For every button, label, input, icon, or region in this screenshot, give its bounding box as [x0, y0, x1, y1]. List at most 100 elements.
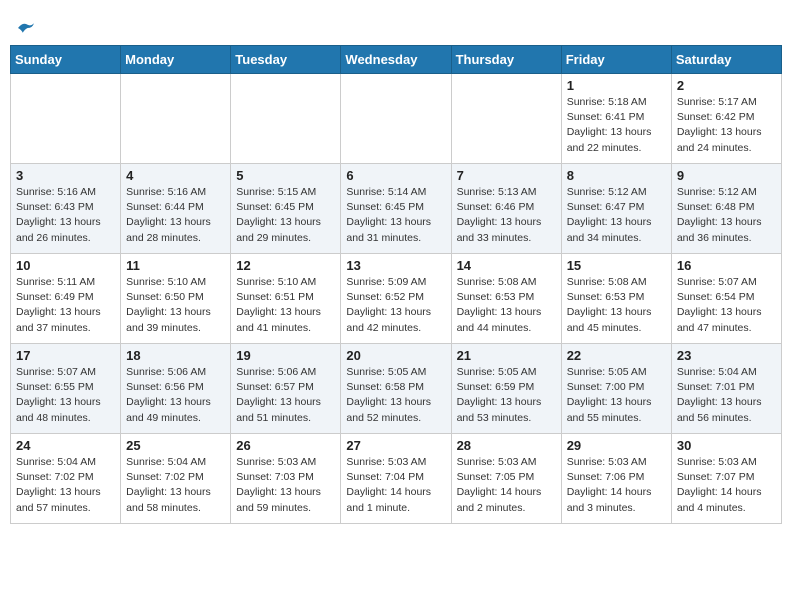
day-number: 2 — [677, 78, 776, 93]
calendar-cell: 24Sunrise: 5:04 AM Sunset: 7:02 PM Dayli… — [11, 434, 121, 524]
col-header-saturday: Saturday — [671, 46, 781, 74]
calendar-cell: 2 Sunrise: 5:17 AM Sunset: 6:42 PM Daylig… — [671, 74, 781, 164]
day-number: 1 — [567, 78, 666, 93]
calendar-cell: 20 Sunrise: 5:05 AM Sunset: 6:58 PM Dayli… — [341, 344, 451, 434]
calendar-cell: 17Sunrise: 5:07 AM Sunset: 6:55 PM Dayli… — [11, 344, 121, 434]
calendar-cell: 21 Sunrise: 5:05 AM Sunset: 6:59 PM Dayli… — [451, 344, 561, 434]
calendar-cell: 11 Sunrise: 5:10 AM Sunset: 6:50 PM Dayli… — [121, 254, 231, 344]
calendar-cell: 19 Sunrise: 5:06 AM Sunset: 6:57 PM Dayli… — [231, 344, 341, 434]
calendar-cell: 7 Sunrise: 5:13 AM Sunset: 6:46 PM Daylig… — [451, 164, 561, 254]
calendar-cell — [451, 74, 561, 164]
col-header-sunday: Sunday — [11, 46, 121, 74]
day-info: Sunrise: 5:04 AM Sunset: 7:01 PM Dayligh… — [677, 365, 776, 426]
day-info: Sunrise: 5:15 AM Sunset: 6:45 PM Dayligh… — [236, 185, 335, 246]
day-info: Sunrise: 5:10 AM Sunset: 6:51 PM Dayligh… — [236, 275, 335, 336]
calendar-cell: 10 Sunrise: 5:11 AM Sunset: 6:49 PM Dayli… — [11, 254, 121, 344]
day-info: Sunrise: 5:16 AM Sunset: 6:43 PM Dayligh… — [16, 185, 115, 246]
col-header-monday: Monday — [121, 46, 231, 74]
day-number: 19 — [236, 348, 335, 363]
calendar-cell: 3 Sunrise: 5:16 AM Sunset: 6:43 PM Daylig… — [11, 164, 121, 254]
day-info: Sunrise: 5:05 AM Sunset: 6:58 PM Dayligh… — [346, 365, 445, 426]
day-number: 9 — [677, 168, 776, 183]
day-info: Sunrise: 5:17 AM Sunset: 6:42 PM Dayligh… — [677, 95, 776, 156]
day-number: 16 — [677, 258, 776, 273]
col-header-tuesday: Tuesday — [231, 46, 341, 74]
day-number: 24 — [16, 438, 115, 453]
col-header-thursday: Thursday — [451, 46, 561, 74]
day-number: 11 — [126, 258, 225, 273]
calendar-cell: 23 Sunrise: 5:04 AM Sunset: 7:01 PM Dayli… — [671, 344, 781, 434]
calendar-cell: 4Sunrise: 5:16 AM Sunset: 6:44 PM Daylig… — [121, 164, 231, 254]
calendar-week-4: 17Sunrise: 5:07 AM Sunset: 6:55 PM Dayli… — [11, 344, 782, 434]
day-number: 27 — [346, 438, 445, 453]
calendar-header-row: SundayMondayTuesdayWednesdayThursdayFrid… — [11, 46, 782, 74]
calendar-cell: 5 Sunrise: 5:15 AM Sunset: 6:45 PM Daylig… — [231, 164, 341, 254]
page-header — [10, 10, 782, 37]
day-info: Sunrise: 5:12 AM Sunset: 6:48 PM Dayligh… — [677, 185, 776, 246]
calendar-week-3: 10 Sunrise: 5:11 AM Sunset: 6:49 PM Dayli… — [11, 254, 782, 344]
calendar-cell — [231, 74, 341, 164]
day-info: Sunrise: 5:08 AM Sunset: 6:53 PM Dayligh… — [567, 275, 666, 336]
day-info: Sunrise: 5:09 AM Sunset: 6:52 PM Dayligh… — [346, 275, 445, 336]
day-number: 23 — [677, 348, 776, 363]
day-number: 12 — [236, 258, 335, 273]
calendar-week-1: 1 Sunrise: 5:18 AM Sunset: 6:41 PM Daylig… — [11, 74, 782, 164]
calendar-cell: 22 Sunrise: 5:05 AM Sunset: 7:00 PM Dayli… — [561, 344, 671, 434]
day-number: 22 — [567, 348, 666, 363]
day-info: Sunrise: 5:03 AM Sunset: 7:03 PM Dayligh… — [236, 455, 335, 516]
day-info: Sunrise: 5:16 AM Sunset: 6:44 PM Dayligh… — [126, 185, 225, 246]
day-info: Sunrise: 5:06 AM Sunset: 6:57 PM Dayligh… — [236, 365, 335, 426]
calendar-cell — [11, 74, 121, 164]
day-info: Sunrise: 5:12 AM Sunset: 6:47 PM Dayligh… — [567, 185, 666, 246]
day-info: Sunrise: 5:07 AM Sunset: 6:55 PM Dayligh… — [16, 365, 115, 426]
calendar-cell: 26Sunrise: 5:03 AM Sunset: 7:03 PM Dayli… — [231, 434, 341, 524]
calendar-week-5: 24Sunrise: 5:04 AM Sunset: 7:02 PM Dayli… — [11, 434, 782, 524]
day-info: Sunrise: 5:06 AM Sunset: 6:56 PM Dayligh… — [126, 365, 225, 426]
day-info: Sunrise: 5:08 AM Sunset: 6:53 PM Dayligh… — [457, 275, 556, 336]
col-header-wednesday: Wednesday — [341, 46, 451, 74]
calendar-cell: 29 Sunrise: 5:03 AM Sunset: 7:06 PM Dayli… — [561, 434, 671, 524]
day-number: 18 — [126, 348, 225, 363]
day-number: 5 — [236, 168, 335, 183]
day-info: Sunrise: 5:03 AM Sunset: 7:07 PM Dayligh… — [677, 455, 776, 516]
day-number: 21 — [457, 348, 556, 363]
day-info: Sunrise: 5:05 AM Sunset: 6:59 PM Dayligh… — [457, 365, 556, 426]
day-info: Sunrise: 5:03 AM Sunset: 7:04 PM Dayligh… — [346, 455, 445, 516]
calendar-cell: 1 Sunrise: 5:18 AM Sunset: 6:41 PM Daylig… — [561, 74, 671, 164]
calendar-cell: 12 Sunrise: 5:10 AM Sunset: 6:51 PM Dayli… — [231, 254, 341, 344]
col-header-friday: Friday — [561, 46, 671, 74]
day-info: Sunrise: 5:03 AM Sunset: 7:06 PM Dayligh… — [567, 455, 666, 516]
calendar-cell: 15 Sunrise: 5:08 AM Sunset: 6:53 PM Dayli… — [561, 254, 671, 344]
day-number: 29 — [567, 438, 666, 453]
calendar-cell — [121, 74, 231, 164]
day-number: 15 — [567, 258, 666, 273]
day-number: 30 — [677, 438, 776, 453]
day-number: 8 — [567, 168, 666, 183]
day-info: Sunrise: 5:03 AM Sunset: 7:05 PM Dayligh… — [457, 455, 556, 516]
calendar-cell: 27 Sunrise: 5:03 AM Sunset: 7:04 PM Dayli… — [341, 434, 451, 524]
day-info: Sunrise: 5:13 AM Sunset: 6:46 PM Dayligh… — [457, 185, 556, 246]
logo-bird-icon — [16, 20, 36, 36]
day-number: 3 — [16, 168, 115, 183]
day-info: Sunrise: 5:10 AM Sunset: 6:50 PM Dayligh… — [126, 275, 225, 336]
day-info: Sunrise: 5:07 AM Sunset: 6:54 PM Dayligh… — [677, 275, 776, 336]
calendar-cell: 13 Sunrise: 5:09 AM Sunset: 6:52 PM Dayli… — [341, 254, 451, 344]
day-info: Sunrise: 5:11 AM Sunset: 6:49 PM Dayligh… — [16, 275, 115, 336]
day-number: 13 — [346, 258, 445, 273]
calendar-cell: 30 Sunrise: 5:03 AM Sunset: 7:07 PM Dayli… — [671, 434, 781, 524]
calendar-table: SundayMondayTuesdayWednesdayThursdayFrid… — [10, 45, 782, 524]
calendar-cell: 18 Sunrise: 5:06 AM Sunset: 6:56 PM Dayli… — [121, 344, 231, 434]
logo — [14, 16, 36, 37]
calendar-cell: 25Sunrise: 5:04 AM Sunset: 7:02 PM Dayli… — [121, 434, 231, 524]
calendar-cell: 6Sunrise: 5:14 AM Sunset: 6:45 PM Daylig… — [341, 164, 451, 254]
day-info: Sunrise: 5:05 AM Sunset: 7:00 PM Dayligh… — [567, 365, 666, 426]
calendar-cell: 28 Sunrise: 5:03 AM Sunset: 7:05 PM Dayli… — [451, 434, 561, 524]
day-number: 10 — [16, 258, 115, 273]
day-info: Sunrise: 5:18 AM Sunset: 6:41 PM Dayligh… — [567, 95, 666, 156]
day-number: 7 — [457, 168, 556, 183]
calendar-cell: 14 Sunrise: 5:08 AM Sunset: 6:53 PM Dayli… — [451, 254, 561, 344]
day-number: 20 — [346, 348, 445, 363]
day-number: 28 — [457, 438, 556, 453]
day-info: Sunrise: 5:14 AM Sunset: 6:45 PM Dayligh… — [346, 185, 445, 246]
day-number: 14 — [457, 258, 556, 273]
